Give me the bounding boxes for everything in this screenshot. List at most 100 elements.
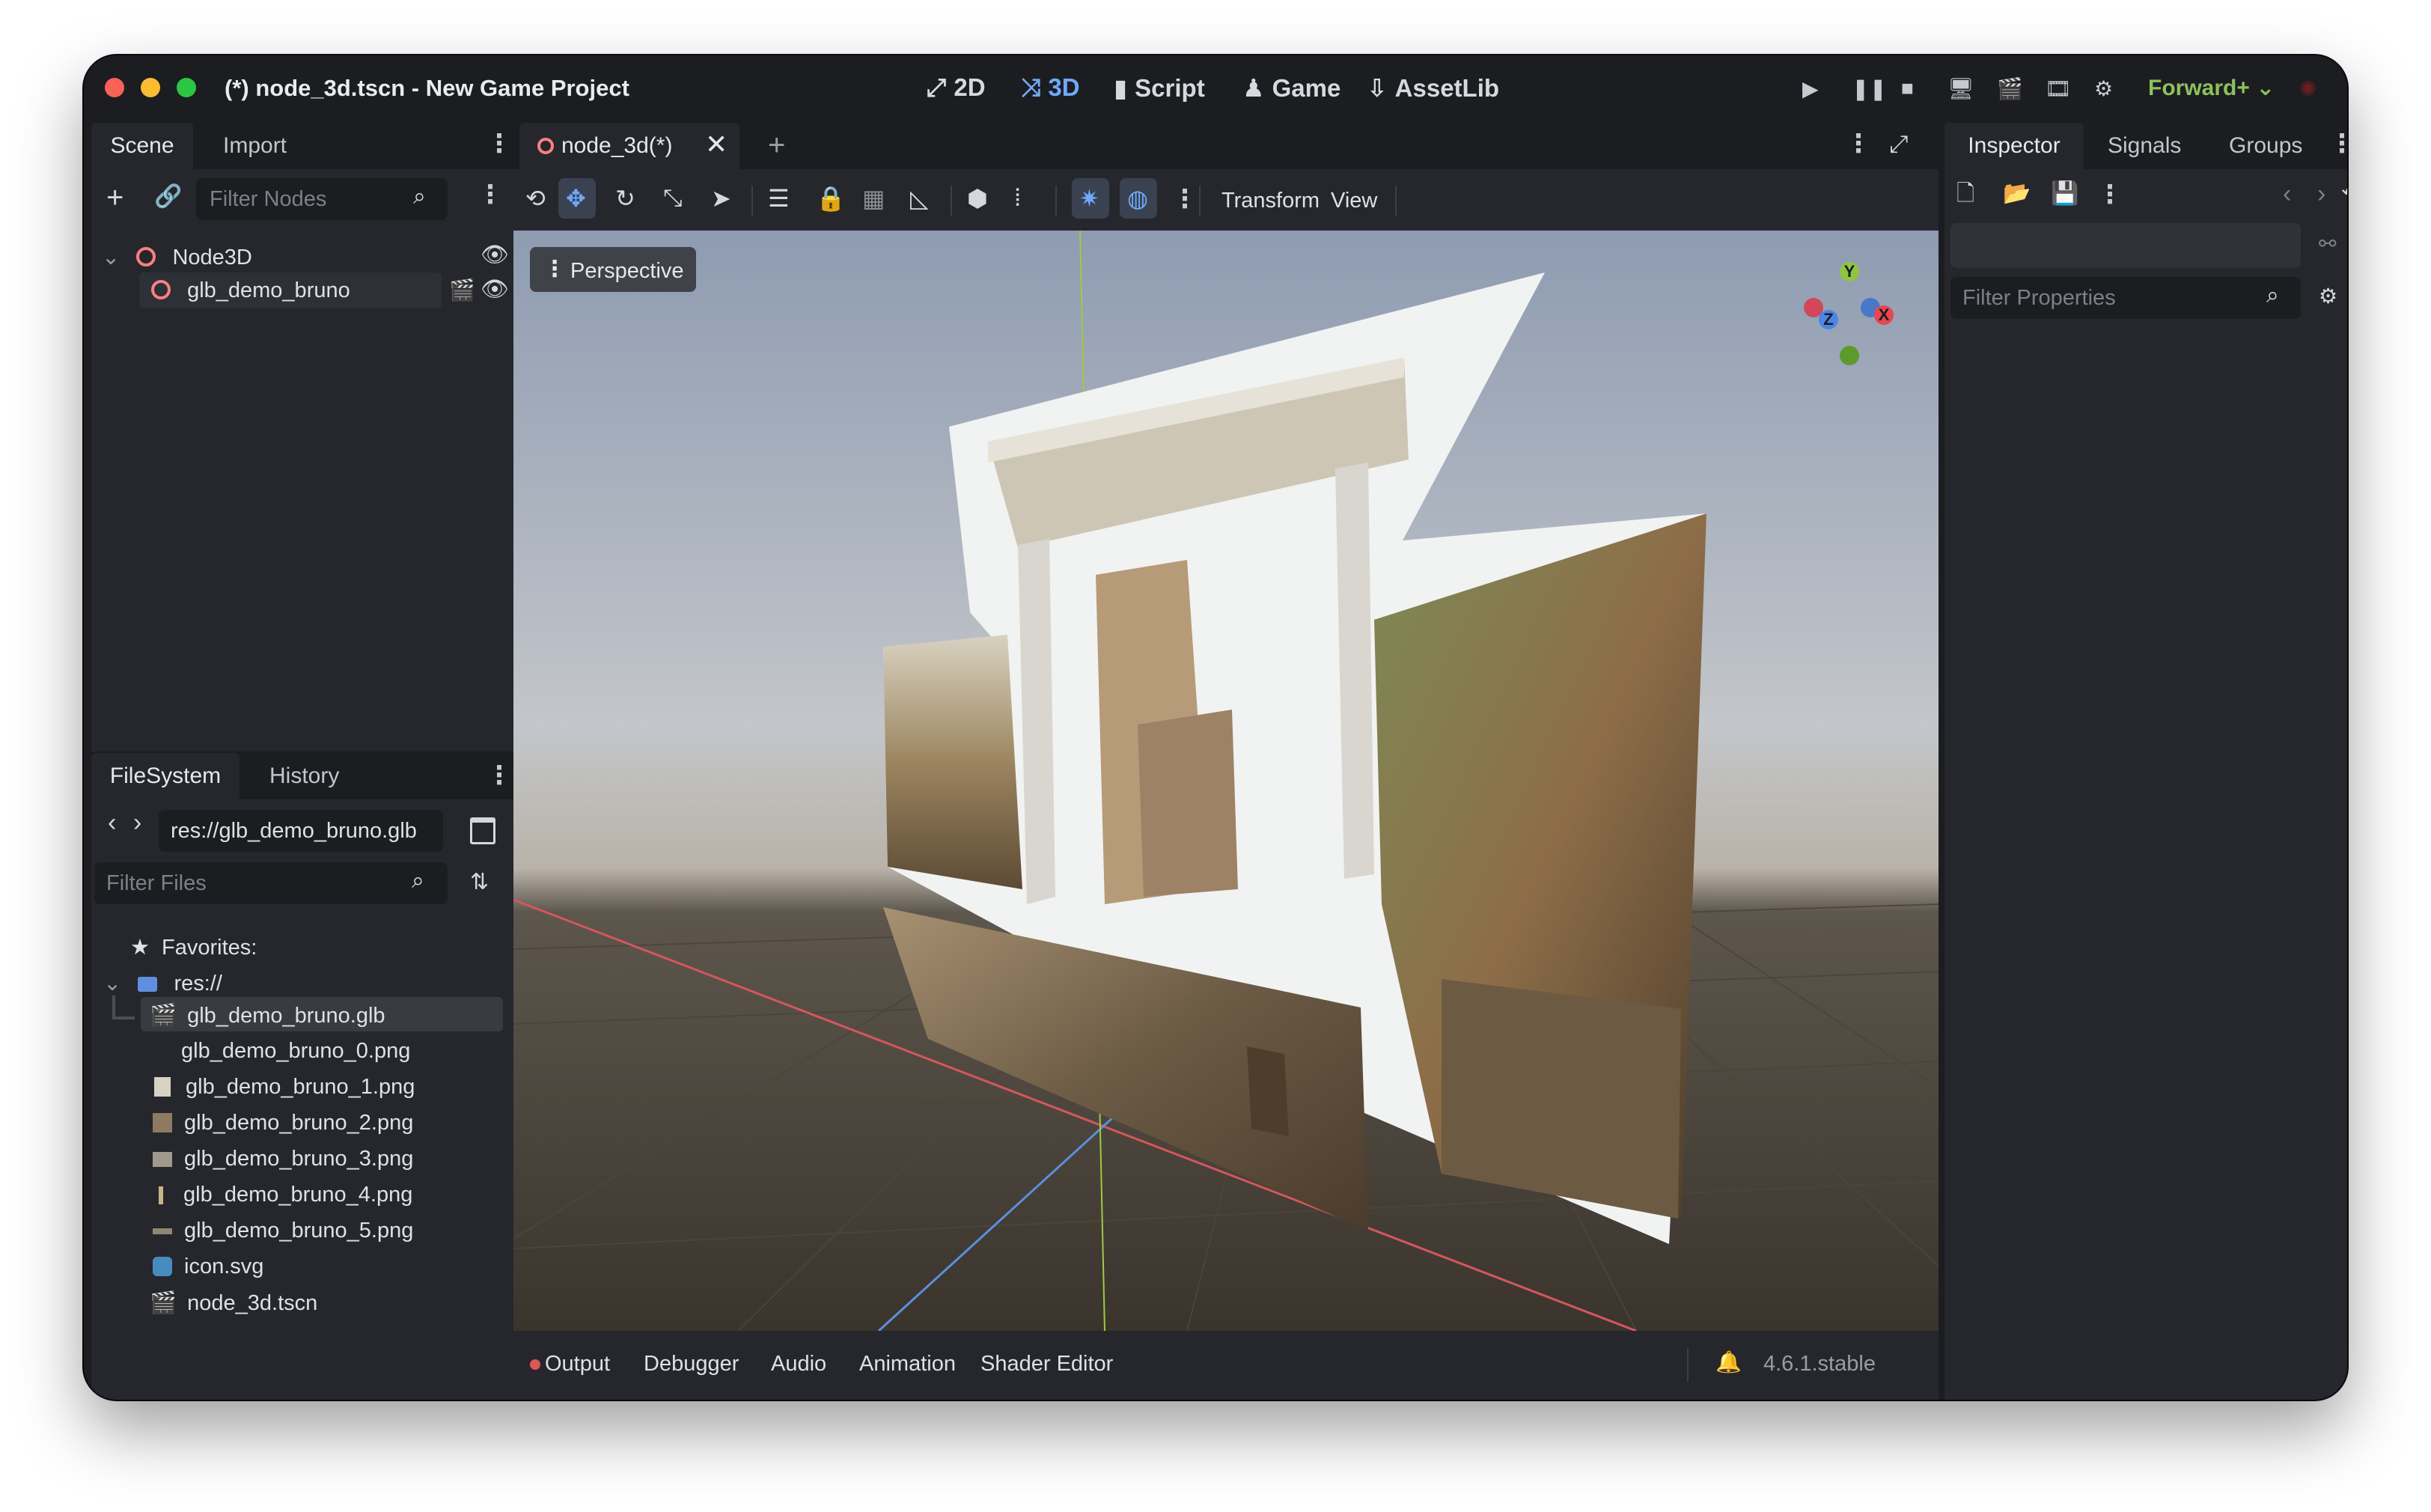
scene-tabs-menu-icon[interactable]: ⋮ <box>1846 129 1871 159</box>
tab-node-3d[interactable]: node_3d(*) ✕ <box>519 123 739 169</box>
new-resource-icon[interactable]: 🗋 <box>1956 183 1974 205</box>
group-icon[interactable]: ▦ <box>862 184 885 213</box>
visibility-eye-icon[interactable]: 👁 <box>481 278 509 301</box>
transform-menu[interactable]: Transform <box>1221 189 1320 213</box>
chevron-right-icon[interactable]: › <box>2317 181 2325 207</box>
mode-script-button[interactable]: ▮ Script <box>1114 73 1205 103</box>
filesystem-dock-menu-icon[interactable]: ⋮ <box>486 760 512 790</box>
file-row-png-5[interactable]: glb_demo_bruno_5.png <box>150 1219 413 1243</box>
view-menu[interactable]: View <box>1331 189 1377 213</box>
play-scene-icon[interactable]: 🎬 <box>1997 76 2023 101</box>
file-row-png-3[interactable]: glb_demo_bruno_3.png <box>150 1147 413 1171</box>
stop-icon[interactable]: ■ <box>1901 76 1914 100</box>
tab-inspector[interactable]: Inspector <box>1945 123 2084 169</box>
lock-icon[interactable]: 🔒 <box>816 184 846 213</box>
tab-scene[interactable]: Scene <box>91 123 193 169</box>
gizmo-y-axis[interactable]: Y <box>1840 262 1859 281</box>
mode-game-button[interactable]: ♟ Game <box>1242 73 1340 103</box>
file-row-png-4[interactable]: glb_demo_bruno_4.png <box>150 1183 412 1207</box>
rotate-mode-icon[interactable]: ↻ <box>615 184 635 213</box>
gizmo-x-axis[interactable]: X <box>1874 305 1894 325</box>
mode-2d-button[interactable]: ⤢ 2D <box>927 73 986 103</box>
add-scene-tab-icon[interactable]: + <box>768 130 785 160</box>
file-row-png-1[interactable]: glb_demo_bruno_1.png <box>150 1075 415 1100</box>
play-icon[interactable]: ▶ <box>1802 76 1819 101</box>
movie-maker-icon[interactable]: ⚙ <box>2094 76 2113 101</box>
tab-filesystem[interactable]: FileSystem <box>91 753 240 799</box>
tab-audio[interactable]: Audio <box>771 1352 826 1377</box>
tab-animation[interactable]: Animation <box>859 1352 956 1377</box>
filter-nodes-field[interactable]: Filter Nodes ⌕ <box>196 178 448 220</box>
snap-icon[interactable]: ⦙ <box>1015 184 1020 213</box>
chevron-left-icon[interactable]: ‹ <box>2283 181 2291 207</box>
link-icon[interactable]: 🔗 <box>154 186 182 208</box>
tab-signals[interactable]: Signals <box>2108 123 2181 169</box>
play-custom-scene-icon[interactable]: 🎞 <box>2045 76 2072 101</box>
visibility-eye-icon[interactable]: 👁 <box>481 244 509 266</box>
tab-groups[interactable]: Groups <box>2229 123 2302 169</box>
selected-object-field[interactable] <box>1950 223 2301 268</box>
inspector-dock-menu-icon[interactable]: ⋮ <box>2329 129 2347 159</box>
property-settings-icon[interactable]: ⚙ <box>2319 286 2337 307</box>
open-folder-icon[interactable]: 📂 <box>2003 183 2031 205</box>
pause-icon[interactable]: ❚❚ <box>1852 76 1887 101</box>
tab-output[interactable]: Output <box>545 1352 610 1377</box>
file-row-png-0[interactable]: glb_demo_bruno_0.png <box>150 1039 410 1064</box>
save-icon[interactable]: 💾 <box>2051 183 2078 205</box>
res-folder-row[interactable]: ⌄ res:// <box>103 970 222 996</box>
folder-icon <box>138 977 158 992</box>
mode-3d-button[interactable]: ⤨ 3D <box>1021 73 1080 103</box>
gizmo-neg-y-axis[interactable] <box>1840 346 1859 365</box>
zoom-window-button[interactable] <box>177 78 196 97</box>
history-icon[interactable]: ⟲ <box>2341 183 2347 204</box>
notification-bell-icon[interactable]: 🔔 <box>1715 1352 1742 1373</box>
tree-row-node3d[interactable]: ⌄ Node3D <box>102 244 252 270</box>
view-gizmo[interactable]: Y Z X <box>1799 253 1897 365</box>
chevron-left-icon[interactable]: ‹ <box>108 810 116 835</box>
favorites-row[interactable]: ★ Favorites: <box>130 934 257 960</box>
list-select-icon[interactable]: ☰ <box>768 184 790 213</box>
filter-properties-field[interactable]: Filter Properties ⌕ <box>1950 277 2301 319</box>
path-field[interactable]: res://glb_demo_bruno.glb <box>159 810 443 852</box>
file-row-scene[interactable]: 🎬 node_3d.tscn <box>150 1290 317 1316</box>
ruler-icon[interactable]: ◺ <box>910 184 929 213</box>
tab-import[interactable]: Import <box>223 123 287 169</box>
file-row-icon-svg[interactable]: icon.svg <box>150 1255 263 1279</box>
instance-scene-icon[interactable]: 🎬 <box>449 280 475 301</box>
environment-preview-button[interactable]: ◍ <box>1120 178 1157 219</box>
close-window-button[interactable] <box>105 78 124 97</box>
move-mode-button[interactable]: ✥ <box>558 178 596 219</box>
inspector-extra-menu-icon[interactable]: ⋮ <box>2097 180 2123 210</box>
viewport-3d[interactable]: ⋮ Perspective Y Z X <box>513 231 1939 1331</box>
close-tab-icon[interactable]: ✕ <box>705 129 728 160</box>
toggle-split-icon[interactable] <box>470 817 495 844</box>
minimize-window-button[interactable] <box>141 78 160 97</box>
local-space-icon[interactable]: ⬢ <box>967 184 988 213</box>
select-mode-icon[interactable]: ⟲ <box>525 184 546 213</box>
filter-files-field[interactable]: Filter Files ⌕ <box>94 862 448 904</box>
tree-row-glb-demo-bruno[interactable]: glb_demo_bruno <box>151 278 350 303</box>
gizmo-z-axis[interactable]: Z <box>1819 310 1838 329</box>
version-label[interactable]: 4.6.1.stable <box>1763 1352 1876 1377</box>
renderer-select[interactable]: Forward+ ⌄ <box>2148 75 2275 101</box>
tab-history[interactable]: History <box>269 753 339 799</box>
perspective-button[interactable]: ⋮ Perspective <box>530 247 696 292</box>
tab-shader-editor[interactable]: Shader Editor <box>980 1352 1113 1377</box>
remote-debug-icon[interactable]: 🖥 <box>1947 76 1974 101</box>
select-pointer-icon[interactable]: ➤ <box>711 184 731 213</box>
chevron-right-icon[interactable]: › <box>133 810 141 835</box>
file-row-glb[interactable]: 🎬 glb_demo_bruno.glb <box>150 1003 385 1028</box>
add-node-icon[interactable]: + <box>106 183 123 213</box>
sort-icon[interactable]: ⇅ <box>470 871 489 894</box>
distraction-free-icon[interactable]: ⤢ <box>1889 132 1909 156</box>
scale-mode-icon[interactable]: ⤡ <box>663 184 683 213</box>
preview-menu-icon[interactable]: ⋮ <box>1172 184 1198 214</box>
object-tree-icon[interactable]: ⚯ <box>2319 234 2336 254</box>
mode-assetlib-button[interactable]: ⇩ AssetLib <box>1367 73 1499 103</box>
image-thumbnail-icon <box>153 1228 172 1234</box>
scene-filter-menu-icon[interactable]: ⋮ <box>478 180 503 210</box>
tab-debugger[interactable]: Debugger <box>644 1352 739 1377</box>
file-row-png-2[interactable]: glb_demo_bruno_2.png <box>150 1111 413 1135</box>
sun-preview-button[interactable]: ✷ <box>1072 178 1109 219</box>
scene-dock-menu-icon[interactable]: ⋮ <box>486 129 512 159</box>
